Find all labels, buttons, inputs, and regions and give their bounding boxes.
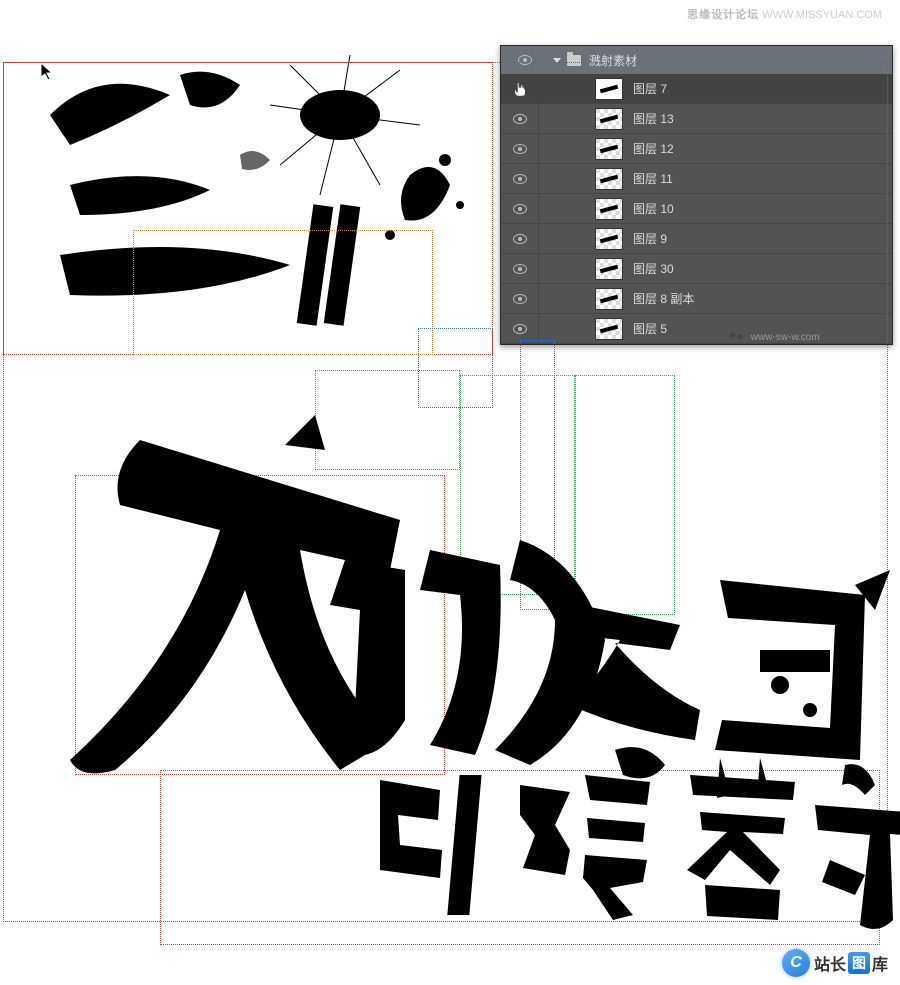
layer-name-label: 图层 8 副本 — [633, 290, 694, 307]
visibility-eye-icon[interactable] — [513, 174, 527, 184]
watermark-dots-icon — [730, 332, 744, 340]
calligraphy-artwork — [0, 400, 900, 960]
logo-suffix: 库 — [872, 951, 888, 975]
collapse-triangle-icon[interactable] — [553, 58, 561, 63]
layer-content[interactable]: 图层 8 副本 — [539, 288, 892, 310]
layer-row[interactable]: 图层 10 — [501, 194, 892, 224]
layer-row[interactable]: 图层 5 — [501, 314, 892, 344]
layer-thumbnail[interactable] — [595, 138, 623, 160]
layer-name-label: 图层 12 — [633, 140, 674, 157]
layer-name-label: 图层 11 — [633, 170, 673, 187]
visibility-eye-icon[interactable] — [513, 114, 527, 124]
logo-prefix: 站长 — [814, 951, 846, 975]
layer-row[interactable]: 图层 9 — [501, 224, 892, 254]
layers-panel[interactable]: 溅射素材 图层 7 图层 13 图层 12 图层 11 图层 10 图层 9 图层 30 图层… — [500, 45, 893, 345]
layer-thumbnail[interactable] — [595, 108, 623, 130]
visibility-eye-icon[interactable] — [513, 144, 527, 154]
layer-content[interactable]: 图层 11 — [539, 168, 892, 190]
layer-content[interactable]: 图层 13 — [539, 108, 892, 130]
visibility-eye-icon[interactable] — [513, 264, 527, 274]
panel-watermark-text: www-sw-w.com — [751, 332, 820, 343]
visibility-toggle[interactable] — [501, 224, 539, 253]
layer-thumbnail[interactable] — [595, 198, 623, 220]
visibility-toggle[interactable] — [501, 254, 539, 283]
layer-content[interactable]: 图层 30 — [539, 258, 892, 280]
visibility-toggle[interactable] — [501, 74, 539, 103]
layer-name-label: 图层 9 — [633, 230, 667, 247]
visibility-eye-icon[interactable] — [518, 55, 532, 65]
visibility-eye-icon[interactable] — [513, 204, 527, 214]
layer-content[interactable]: 图层 12 — [539, 138, 892, 160]
layer-thumbnail[interactable] — [595, 168, 623, 190]
layer-content[interactable]: 图层 10 — [539, 198, 892, 220]
hand-cursor-icon — [511, 80, 529, 98]
visibility-eye-icon[interactable] — [513, 294, 527, 304]
layer-row[interactable]: 图层 12 — [501, 134, 892, 164]
visibility-toggle[interactable] — [501, 164, 539, 193]
group-name-label: 溅射素材 — [589, 52, 637, 69]
guide-box-blue-1 — [418, 328, 493, 408]
layer-name-label: 图层 13 — [633, 110, 674, 127]
logo-c-icon: C — [782, 949, 810, 977]
layer-name-label: 图层 30 — [633, 260, 674, 277]
brush-samples-area — [40, 55, 480, 335]
folder-icon — [567, 55, 581, 66]
layer-thumbnail[interactable] — [595, 318, 623, 340]
visibility-toggle[interactable] — [501, 314, 539, 343]
logo-badge: 图 — [848, 952, 870, 974]
layer-row[interactable]: 图层 11 — [501, 164, 892, 194]
layers-group-header[interactable]: 溅射素材 — [501, 46, 892, 74]
layer-row[interactable]: 图层 13 — [501, 104, 892, 134]
layer-thumbnail[interactable] — [595, 228, 623, 250]
visibility-toggle[interactable] — [501, 104, 539, 133]
layer-row[interactable]: 图层 30 — [501, 254, 892, 284]
layer-content[interactable]: 图层 7 — [539, 78, 892, 100]
visibility-toggle[interactable] — [501, 284, 539, 313]
layer-content[interactable]: 图层 9 — [539, 228, 892, 250]
layer-row[interactable]: 图层 7 — [501, 74, 892, 104]
layer-row[interactable]: 图层 8 副本 — [501, 284, 892, 314]
layer-name-label: 图层 7 — [633, 80, 667, 97]
layer-thumbnail[interactable] — [595, 288, 623, 310]
visibility-eye-icon[interactable] — [513, 324, 527, 334]
layer-content[interactable]: 图层 5 — [539, 318, 892, 340]
bott), -logo: C 站长 图 库 — [782, 949, 888, 977]
layer-name-label: 图层 5 — [633, 320, 667, 337]
watermark-site-url: WWW.MISSYUAN.COM — [762, 9, 882, 21]
panel-watermark: www-sw-w.com — [730, 332, 820, 343]
layer-name-label: 图层 10 — [633, 200, 674, 217]
layer-thumbnail[interactable] — [595, 258, 623, 280]
visibility-eye-icon[interactable] — [513, 234, 527, 244]
visibility-toggle[interactable] — [501, 134, 539, 163]
layer-thumbnail[interactable] — [595, 78, 623, 100]
top-watermark: 思缘设计论坛 WWW.MISSYUAN.COM — [687, 6, 882, 22]
watermark-site-name: 思缘设计论坛 — [687, 9, 759, 21]
visibility-toggle[interactable] — [501, 194, 539, 223]
